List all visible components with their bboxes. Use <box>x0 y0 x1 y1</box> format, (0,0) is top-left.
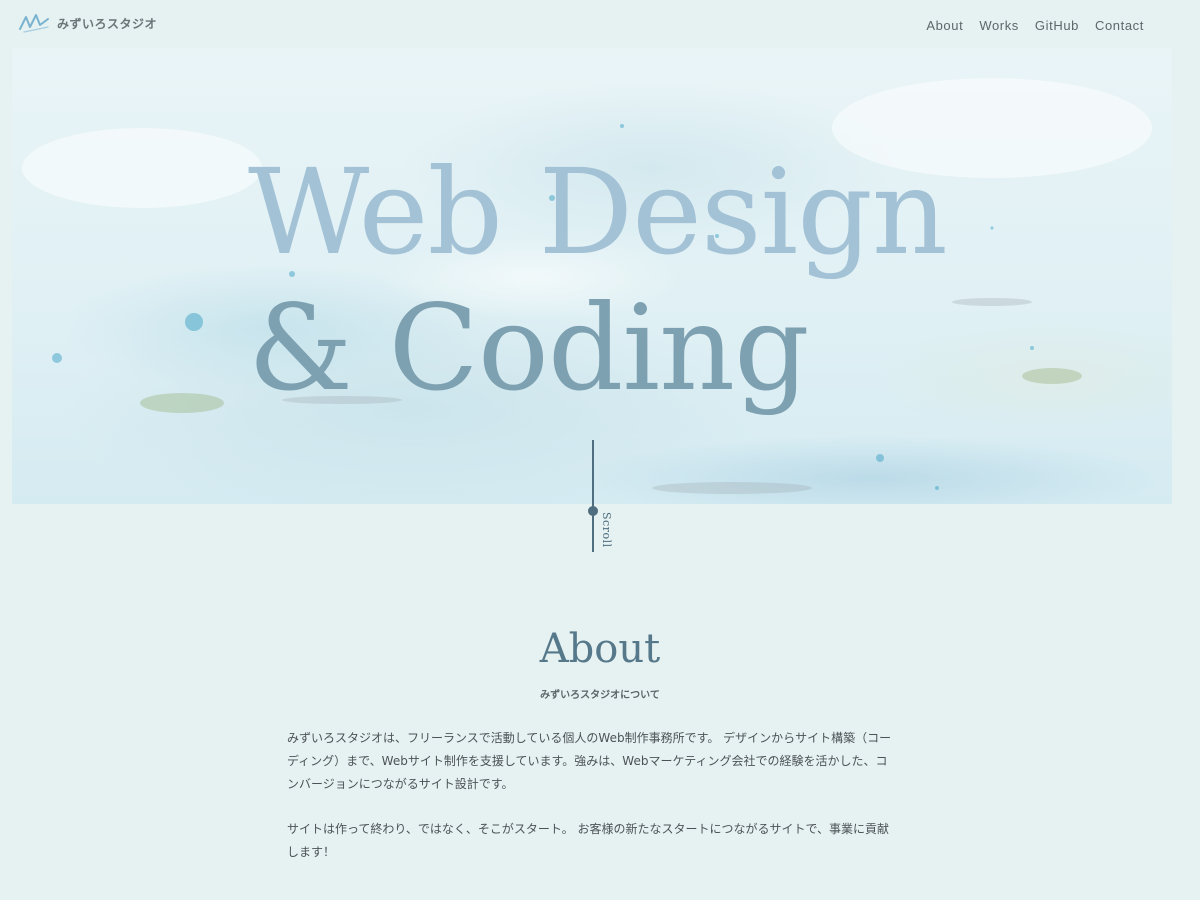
logo-text: みずいろスタジオ <box>57 16 158 31</box>
main-nav: About Works GitHub Contact <box>926 18 1144 33</box>
nav-link-github[interactable]: GitHub <box>1035 18 1079 33</box>
scroll-indicator-dot <box>588 506 598 516</box>
nav-link-contact[interactable]: Contact <box>1095 18 1144 33</box>
hero-title-line-1: Web Design <box>248 143 948 281</box>
site-header: みずいろスタジオ About Works GitHub Contact <box>0 0 1200 48</box>
hero-section: Web Design & Coding <box>12 48 1172 504</box>
hero-title: Web Design & Coding <box>248 143 948 417</box>
about-paragraph-1: みずいろスタジオは、フリーランスで活動している個人のWeb制作事務所です。 デザ… <box>287 731 892 791</box>
scroll-indicator-line <box>592 440 594 552</box>
hero-title-line-2: & Coding <box>248 279 810 417</box>
about-subheading: みずいろスタジオについて <box>540 690 660 701</box>
about-paragraph-2: サイトは作って終わり、ではなく、そこがスタート。 お客様の新たなスタートにつなが… <box>287 822 890 859</box>
about-heading: About <box>539 626 661 672</box>
nav-link-works[interactable]: Works <box>979 18 1019 33</box>
nav-link-about[interactable]: About <box>926 18 963 33</box>
site-logo[interactable]: みずいろスタジオ <box>18 11 157 35</box>
logo-mark-icon <box>19 14 49 33</box>
scroll-label[interactable]: Scroll <box>600 512 613 548</box>
